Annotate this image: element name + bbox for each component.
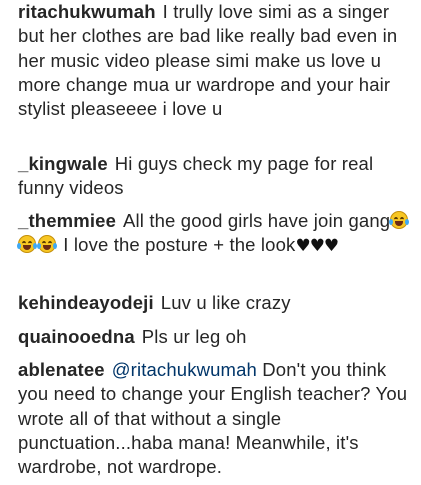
comment-item: _themmiee All the good girls have join ga… (17, 209, 413, 259)
comment-item: kehindeayodeji Luv u like crazy (18, 291, 413, 315)
comment-username[interactable]: ritachukwumah (18, 1, 156, 22)
laughing-tears-emoji-icon (37, 235, 57, 254)
comment-text: Luv u like crazy (160, 292, 291, 313)
comment-username[interactable]: ablenatee (18, 359, 105, 380)
comments-list: ritachukwumah I trully love simi as a sin… (0, 0, 421, 485)
comment-username[interactable]: _themmiee (18, 210, 116, 231)
comment-text-continued: I love the posture + the look (58, 234, 296, 256)
comment-text: All the good girls have join gang (123, 210, 391, 231)
comment-item: ablenatee @ritachukwumah Don't you think … (18, 358, 413, 479)
comment-username[interactable]: quainooedna (18, 326, 135, 347)
laughing-tears-emoji-icon (17, 235, 37, 254)
comment-text: Pls ur leg oh (141, 326, 247, 347)
comment-item: quainooedna Pls ur leg oh (18, 325, 413, 349)
comment-item: ritachukwumah I trully love simi as a sin… (18, 0, 413, 121)
comment-username[interactable]: _kingwale (18, 153, 108, 174)
laughing-tears-emoji-icon (389, 211, 410, 229)
comment-item: _kingwale Hi guys check my page for real … (18, 152, 413, 201)
comment-mention-link[interactable]: @ritachukwumah (112, 359, 257, 380)
black-heart-emoji-icon: ♥♥♥ (295, 236, 339, 257)
comment-username[interactable]: kehindeayodeji (18, 292, 154, 313)
